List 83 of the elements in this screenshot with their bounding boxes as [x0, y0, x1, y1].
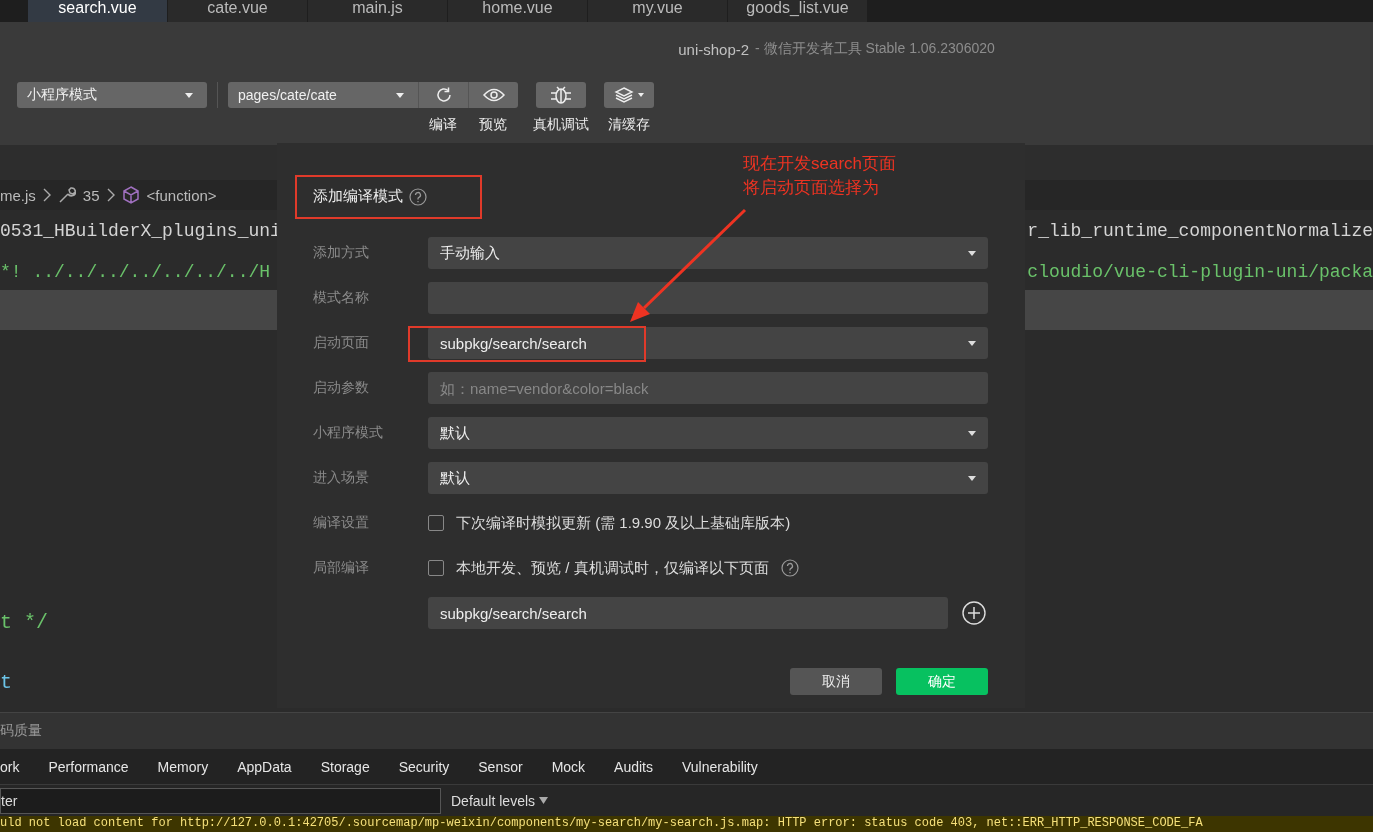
refresh-icon: [434, 86, 453, 104]
caret-icon: [968, 340, 976, 346]
field-label: 局部编译: [313, 559, 370, 577]
mode-dropdown[interactable]: 小程序模式: [17, 82, 207, 108]
select-field[interactable]: subpkg/search/search: [428, 327, 988, 359]
field-label: 模式名称: [313, 289, 370, 307]
file-tab[interactable]: main.js: [308, 0, 448, 22]
chevron-icon: [106, 188, 115, 202]
chevron-icon: [42, 188, 51, 202]
devtools-tab[interactable]: Storage: [320, 758, 399, 775]
dialog-title: 添加编译模式: [313, 187, 403, 206]
button-label: 清缓存: [608, 116, 650, 134]
checkbox-label: 下次编译时模拟更新 (需 1.9.90 及以上基础库版本): [456, 513, 791, 533]
levels-dropdown[interactable]: Default levels: [451, 792, 549, 809]
input-field[interactable]: [428, 282, 988, 314]
caret-icon: [638, 93, 644, 97]
filter-field[interactable]: ter: [0, 787, 441, 814]
field-label: 进入场景: [313, 469, 370, 487]
devtools-tab[interactable]: Memory: [157, 758, 238, 775]
devtools-tab[interactable]: AppData: [237, 758, 321, 775]
select-field[interactable]: 手动输入: [428, 237, 988, 269]
field-label: 启动页面: [313, 334, 370, 352]
file-tab[interactable]: home.vue: [448, 0, 588, 22]
page-path-field[interactable]: subpkg/search/search: [428, 597, 948, 629]
preview-button[interactable]: [468, 82, 518, 108]
devtools-tab[interactable]: Vulnerability: [682, 758, 787, 775]
checkbox-label: 本地开发、预览 / 真机调试时，仅编译以下页面: [456, 558, 769, 578]
breadcrumb-symbol[interactable]: <function>: [146, 186, 217, 204]
code-text: 0531_HBuilderX_plugins_uni: [0, 220, 281, 243]
devtools-tab[interactable]: Sensor: [478, 758, 552, 775]
caret-icon: [968, 250, 976, 256]
field-label: 启动参数: [313, 379, 370, 397]
caret-icon: [539, 797, 549, 804]
field-label: 添加方式: [313, 244, 370, 262]
annotation-text: 将启动页面选择为: [743, 177, 880, 199]
code-text: *! ../../../../../../../H: [0, 261, 271, 284]
file-tab[interactable]: search.vue: [28, 0, 168, 22]
debug-button[interactable]: [536, 82, 586, 108]
file-tab[interactable]: goods_list.vue: [728, 0, 868, 22]
devtools-tab[interactable]: Security: [398, 758, 479, 775]
wrench-icon: [57, 186, 76, 204]
devtools-tab[interactable]: Mock: [551, 758, 615, 775]
select-field[interactable]: 默认: [428, 417, 988, 449]
cache-button[interactable]: [604, 82, 654, 108]
file-tab[interactable]: cate.vue: [168, 0, 308, 22]
add-icon[interactable]: [962, 601, 986, 625]
caret-icon: [968, 430, 976, 436]
breadcrumb-file[interactable]: me.js: [0, 186, 36, 204]
file-tab[interactable]: my.vue: [588, 0, 728, 22]
caret-icon: [968, 475, 976, 481]
select-field[interactable]: 默认: [428, 462, 988, 494]
button-label: 真机调试: [533, 116, 589, 134]
checkbox[interactable]: [428, 515, 444, 531]
field-label: 编译设置: [313, 514, 370, 532]
caret-icon: [185, 92, 193, 98]
input-field[interactable]: 如：name=vendor&color=black: [428, 372, 988, 404]
panel-title: 码质量: [0, 722, 42, 740]
cube-icon: [121, 186, 140, 204]
breadcrumb-line[interactable]: 35: [82, 186, 100, 204]
bug-icon: [550, 85, 572, 105]
caret-icon: [396, 92, 404, 98]
code-text: cloudio/vue-cli-plugin-uni/packa: [1027, 261, 1373, 284]
window-title: uni-shop-2: [678, 40, 750, 58]
annotation-text: 现在开发search页面: [743, 153, 897, 175]
checkbox[interactable]: [428, 560, 444, 576]
devtools-tab[interactable]: ork: [0, 758, 49, 775]
compile-button[interactable]: [418, 82, 468, 108]
devtools-tab[interactable]: Performance: [48, 758, 158, 775]
code-text: t: [0, 673, 12, 693]
code-text: r_lib_runtime_componentNormalize: [1027, 220, 1373, 243]
help-icon[interactable]: [780, 559, 799, 577]
page-dropdown[interactable]: pages/cate/cate: [228, 82, 418, 108]
field-label: 小程序模式: [313, 424, 384, 442]
help-icon[interactable]: [409, 187, 427, 206]
devtools-tab[interactable]: Audits: [614, 758, 682, 775]
button-label: 编译: [429, 116, 457, 134]
console-message: uld not load content for http://127.0.0.1:42705/.sourcemap/mp-weixin/components/my-search/my-search.js.map: HTTP error: status code 403, net::ERR_HTTP_RESPONSE_CODE_FA: [0, 816, 1204, 831]
layers-icon: [614, 86, 634, 104]
button-label: 预览: [479, 116, 507, 134]
cancel-button[interactable]: 取消: [790, 668, 882, 695]
window-subtitle: - 微信开发者工具 Stable 1.06.2306020: [755, 40, 995, 58]
code-text: t */: [0, 613, 48, 633]
eye-icon: [482, 88, 505, 102]
